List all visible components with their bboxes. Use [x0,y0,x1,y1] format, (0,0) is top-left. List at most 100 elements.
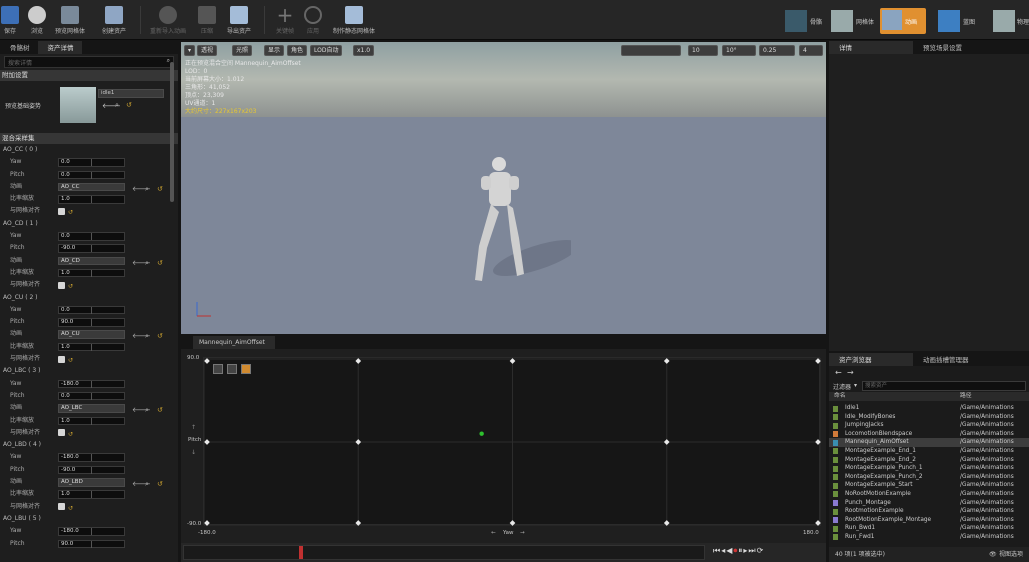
preview-point[interactable] [479,431,484,436]
physics-mode-icon[interactable] [993,10,1015,32]
scrub-bar[interactable] [183,545,705,560]
loop-icon[interactable]: ⟳ [757,546,765,555]
rotation-snap-button[interactable]: 10° [722,45,756,56]
pitch-input[interactable]: -90.0 [58,465,125,475]
asset-row[interactable]: LocomotionBlendspace/Game/Animations [829,430,1029,439]
sample-point[interactable] [355,439,362,445]
snap-checkbox[interactable] [58,207,65,215]
anim-dropdown[interactable]: AO_CC [58,182,125,192]
rate-input[interactable]: 1.0 [58,195,125,204]
skip-end-icon[interactable]: ⏭ [748,546,756,555]
preview-viewport[interactable]: ▾ 透视 光照 显示 角色 LOD自动 x1.0 10 10° 0.25 4 正… [181,42,826,334]
show-button[interactable]: 显示 [264,45,285,56]
pose-thumbnail[interactable] [60,87,96,123]
mesh-mode-icon[interactable] [831,10,853,32]
eye-icon[interactable]: 👁 [989,547,997,562]
tab-skeleton-tree[interactable]: 骨骼树 [0,41,38,54]
anim-dropdown[interactable]: AO_CD [58,256,125,266]
asset-row[interactable]: NoRootMotionExample/Game/Animations [829,490,1029,499]
preview-mesh-button[interactable]: 预览网格体 [52,0,88,40]
pitch-input[interactable]: 0.0 [58,170,125,180]
asset-row[interactable]: Idle_ModifyBones/Game/Animations [829,413,1029,422]
lighting-button[interactable]: 光照 [232,45,253,56]
asset-row[interactable]: Idle1/Game/Animations [829,404,1029,413]
reimport-button[interactable]: 重新导入动画 [146,0,190,40]
asset-row[interactable]: MontageExample_Start/Game/Animations [829,481,1029,490]
asset-row[interactable]: Run_Bwd1/Game/Animations [829,524,1029,533]
lock-preview-icon[interactable] [241,364,251,374]
pitch-input[interactable]: 90.0 [58,539,125,548]
asset-row[interactable]: Run_Fwd1/Game/Animations [829,533,1029,542]
sample-name[interactable]: AO_CU ( 2 ) [3,292,38,304]
perspective-button[interactable]: 透视 [197,45,218,56]
asset-row[interactable]: RootmotionExample/Game/Animations [829,507,1029,516]
yaw-input[interactable]: 0.0 [58,232,125,241]
sample-point[interactable] [663,439,670,445]
asset-row[interactable]: MontageExample_End_2/Game/Animations [829,456,1029,465]
tab-blendspace[interactable]: Mannequin_AimOffset [193,336,275,349]
sample-point[interactable] [204,439,210,445]
rate-input[interactable]: 1.0 [58,342,125,352]
yaw-input[interactable]: -180.0 [58,453,125,462]
create-asset-button[interactable]: 创建资产 [96,0,132,40]
asset-row[interactable]: RootMotionExample_Montage/Game/Animation… [829,516,1029,525]
transport-controls[interactable]: ⏮◂◀⏺⏸▸⏭⟳ [713,546,764,556]
snap-checkbox[interactable] [58,429,65,437]
blueprint-mode-icon[interactable] [938,10,960,32]
pitch-input[interactable]: -90.0 [58,244,125,253]
export-asset-button[interactable]: 导出资产 [224,0,254,40]
asset-search-input[interactable]: 搜索资产 [862,381,1026,391]
yaw-input[interactable]: 0.0 [58,305,125,315]
tab-preview-scene[interactable]: 预览场景设置 [913,41,970,54]
sample-name[interactable]: AO_CD ( 1 ) [3,218,38,230]
grid-toggle-icon[interactable] [213,364,223,374]
column-name[interactable]: 命名 [834,392,846,401]
compress-button[interactable]: 压缩 [196,0,218,40]
filter-dropdown-icon[interactable]: ▾ [854,382,857,389]
yaw-input[interactable]: -180.0 [58,379,125,389]
back-arrow-icon[interactable]: ← [835,368,842,377]
yaw-input[interactable]: -180.0 [58,527,125,536]
playback-speed-button[interactable]: x1.0 [353,45,375,56]
scrub-handle[interactable] [299,546,303,559]
sample-name[interactable]: AO_CC ( 0 ) [3,144,37,156]
snap-checkbox[interactable] [58,503,65,511]
asset-row[interactable]: MontageExample_Punch_2/Game/Animations [829,473,1029,482]
skip-start-icon[interactable]: ⏮ [713,546,721,555]
rate-input[interactable]: 1.0 [58,268,125,278]
anim-dropdown[interactable]: AO_CU [58,330,125,339]
tab-details[interactable]: 详情 [829,41,913,54]
sample-name[interactable]: AO_LBC ( 3 ) [3,365,41,377]
preview-pose-dropdown[interactable]: idle1 [98,89,164,98]
pitch-input[interactable]: 90.0 [58,318,125,327]
character-button[interactable]: 角色 [287,45,308,56]
browse-icon[interactable]: ⌕ [115,101,119,110]
tab-asset-browser[interactable]: 资产浏览器 [829,353,913,366]
filter-button[interactable]: 过滤器 [833,382,851,391]
yaw-input[interactable]: 0.0 [58,158,125,167]
view-options-button[interactable]: 视图选项 [999,547,1023,562]
browse-button[interactable]: 浏览 [24,0,50,40]
sample-point[interactable] [815,439,821,445]
snap-checkbox[interactable] [58,281,65,289]
camera-speed-button[interactable]: 4 [799,45,823,56]
viewport-menu-button[interactable]: ▾ [184,45,196,56]
section-sample-points[interactable]: 混合采样集 [0,133,178,144]
left-scrollbar[interactable] [170,62,174,202]
reset-icon[interactable]: ↺ [126,101,132,109]
section-additional-settings[interactable]: 附加设置 [0,70,178,81]
lod-button[interactable]: LOD自动 [310,45,343,56]
column-path[interactable]: 路径 [960,392,972,401]
pitch-input[interactable]: 0.0 [58,391,125,401]
sample-name[interactable]: AO_LBU ( 5 ) [3,513,41,525]
snap-checkbox[interactable] [58,355,65,363]
asset-row[interactable]: JumpingJacks/Game/Animations [829,421,1029,430]
asset-row[interactable]: Mannequin_AimOffset/Game/Animations [829,438,1029,447]
tooltip-toggle-icon[interactable] [227,364,237,374]
scale-snap-button[interactable]: 0.25 [759,45,795,56]
animation-mode-button[interactable]: 动画 [880,8,926,34]
anim-dropdown[interactable]: AO_LBC [58,404,125,413]
asset-row[interactable]: Punch_Montage/Game/Animations [829,499,1029,508]
anim-dropdown[interactable]: AO_LBD [58,478,125,487]
transform-tools[interactable] [621,45,681,56]
